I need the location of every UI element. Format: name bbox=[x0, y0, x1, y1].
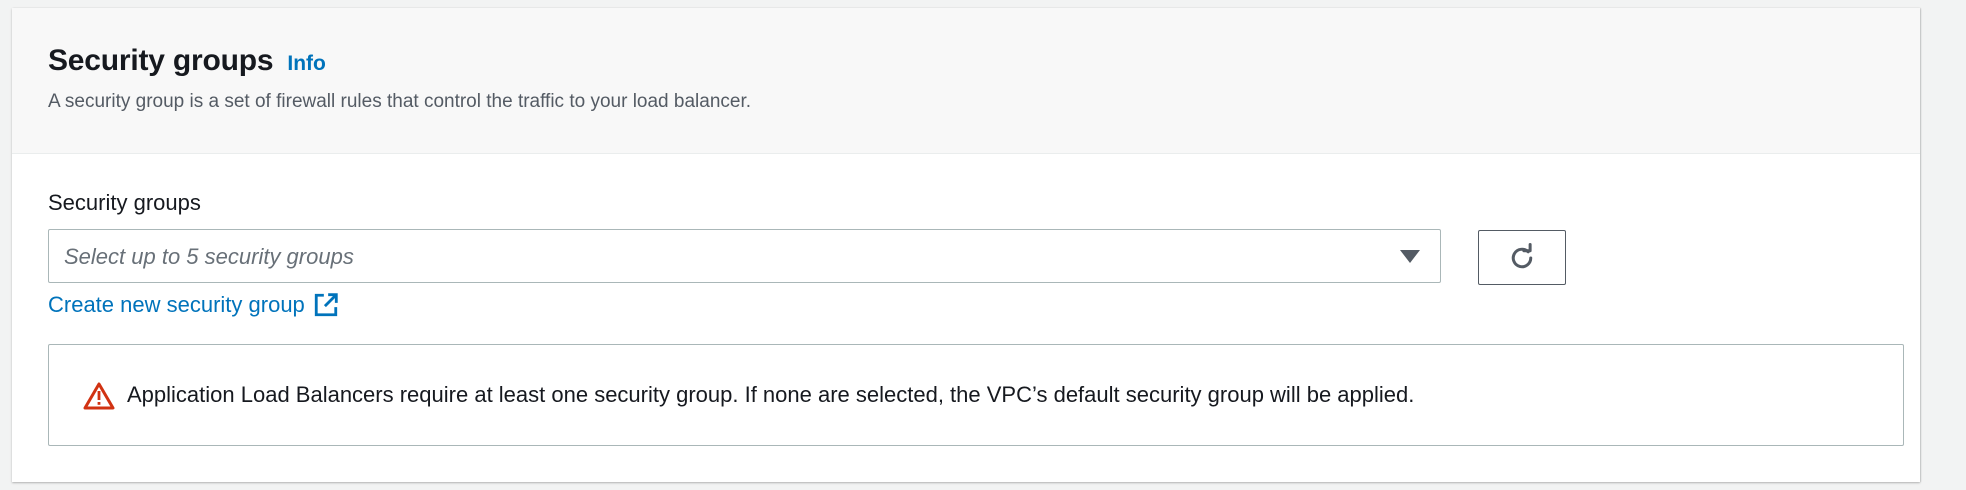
create-link-label: Create new security group bbox=[48, 292, 305, 317]
refresh-icon bbox=[1511, 242, 1533, 268]
panel-header: Security groups Info A security group is… bbox=[12, 8, 1920, 154]
page-title: Security groups bbox=[48, 44, 274, 77]
warning-alert: Application Load Balancers require at le… bbox=[48, 344, 1904, 446]
security-groups-panel: Security groups Info A security group is… bbox=[12, 8, 1920, 482]
security-groups-label: Security groups bbox=[48, 190, 201, 215]
alert-message: Application Load Balancers require at le… bbox=[127, 382, 1415, 407]
info-link[interactable]: Info bbox=[287, 52, 325, 76]
external-link-icon bbox=[313, 292, 339, 318]
title-row: Security groups Info bbox=[48, 44, 326, 78]
refresh-button[interactable] bbox=[1478, 230, 1566, 285]
chevron-down-icon bbox=[1400, 250, 1420, 263]
create-security-group-link[interactable]: Create new security group bbox=[48, 292, 339, 318]
security-groups-select[interactable]: Select up to 5 security groups bbox=[48, 229, 1441, 283]
select-placeholder: Select up to 5 security groups bbox=[64, 244, 354, 269]
section-description: A security group is a set of firewall ru… bbox=[48, 91, 752, 112]
warning-icon bbox=[83, 382, 115, 410]
